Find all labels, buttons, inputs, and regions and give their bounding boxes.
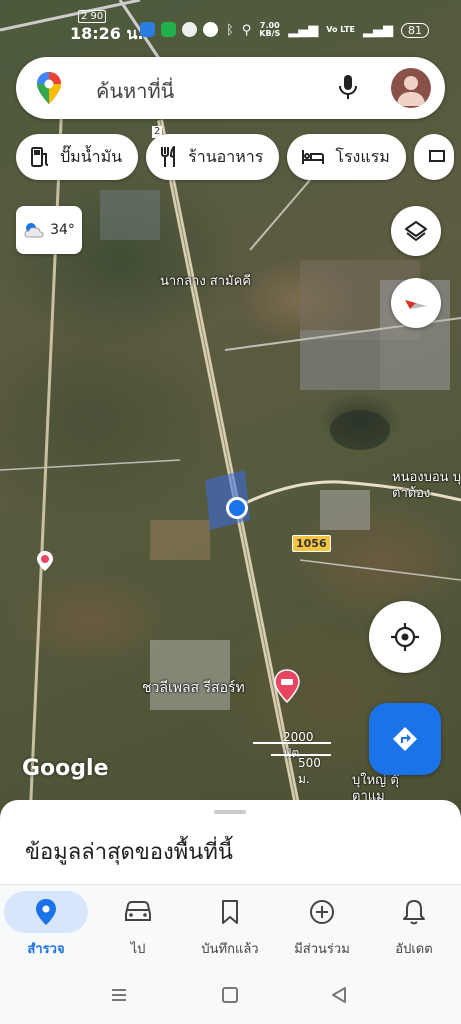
back-triangle-icon bbox=[332, 987, 346, 1003]
satellite-map[interactable]: นากลาง สามัคคี หนองบอน บุตาต้อง ชวลีเพลส… bbox=[0, 0, 461, 820]
add-circle-icon bbox=[310, 900, 334, 924]
google-maps-pin-icon bbox=[37, 72, 61, 104]
shield-notification-icon bbox=[182, 22, 197, 37]
map-roads bbox=[0, 0, 461, 820]
crosshair-icon bbox=[391, 623, 419, 651]
weather-badge[interactable]: 34° bbox=[16, 206, 82, 254]
chip-label: โรงแรม bbox=[335, 146, 390, 166]
nav-label: สำรวจ bbox=[27, 942, 65, 957]
scale-bar bbox=[253, 742, 331, 744]
app-notification-icon bbox=[140, 22, 155, 37]
nav-label: บันทึกแล้ว bbox=[201, 942, 259, 957]
signal-icon: ▂▄▆ bbox=[288, 22, 319, 38]
chip-label: ร้านอาหาร bbox=[188, 146, 264, 166]
directions-icon bbox=[393, 727, 417, 751]
google-logo: Google bbox=[22, 756, 109, 781]
line-notification-icon bbox=[161, 22, 176, 37]
restaurant-icon bbox=[161, 146, 176, 167]
sheet-drag-handle[interactable] bbox=[214, 810, 246, 814]
volte-label: Vo LTE bbox=[326, 25, 355, 34]
sheet-title: ข้อมูลล่าสุดของพื้นที่นี้ bbox=[25, 840, 233, 865]
hotel-icon bbox=[302, 150, 325, 164]
user-avatar-icon bbox=[397, 76, 425, 106]
nav-saved[interactable]: บันทึกแล้ว bbox=[184, 885, 276, 965]
map-label-area: นากลาง สามัคคี bbox=[160, 274, 251, 289]
nav-label: อัปเดต bbox=[395, 942, 433, 957]
nav-explore[interactable]: สำรวจ bbox=[0, 885, 92, 965]
bluetooth-icon: ᛒ bbox=[225, 22, 234, 38]
location-icon: ⚲ bbox=[241, 22, 252, 38]
map-label-resort[interactable]: ชวลีเพลส รีสอร์ท bbox=[142, 680, 245, 696]
gas-station-icon bbox=[31, 147, 49, 167]
chip-restaurant[interactable]: ร้านอาหาร bbox=[146, 134, 280, 180]
resort-pin-icon[interactable] bbox=[273, 668, 301, 704]
explore-pin-icon bbox=[36, 899, 56, 925]
chip-label: ปั๊มน้ำมัน bbox=[60, 146, 123, 166]
battery-indicator: 81 bbox=[401, 22, 429, 38]
recents-button[interactable] bbox=[110, 986, 128, 1008]
category-chips: ปั๊มน้ำมัน ร้านอาหาร โรงแรม bbox=[16, 134, 454, 180]
nav-updates[interactable]: อัปเดต bbox=[368, 885, 460, 965]
nav-label: มีส่วนร่วม bbox=[294, 942, 350, 957]
chip-gas-station[interactable]: ปั๊มน้ำมัน bbox=[16, 134, 139, 180]
bookmark-icon bbox=[222, 900, 238, 924]
back-button[interactable] bbox=[330, 986, 348, 1008]
status-time: 18:26 น. bbox=[70, 24, 144, 43]
microphone-icon[interactable] bbox=[338, 73, 358, 101]
directions-button[interactable] bbox=[369, 703, 441, 775]
chip-hotel[interactable]: โรงแรม bbox=[287, 134, 406, 180]
speed-unit: KB/S bbox=[259, 29, 281, 38]
car-icon bbox=[125, 901, 151, 921]
my-location-button[interactable] bbox=[369, 601, 441, 673]
shopping-icon bbox=[428, 150, 445, 162]
avatar[interactable] bbox=[391, 68, 431, 108]
bell-icon bbox=[403, 900, 425, 925]
nav-active-pill bbox=[4, 891, 88, 933]
status-bar: 2 90 18:26 น. ᛒ ⚲ 7.00 KB/S ▂▄▆ Vo LTE ▂… bbox=[0, 0, 461, 48]
network-speed: 7.00 KB/S bbox=[259, 22, 280, 38]
nav-label: ไป bbox=[130, 942, 146, 957]
search-input[interactable]: ค้นหาที่นี่ bbox=[96, 75, 174, 107]
status-right: ᛒ ⚲ 7.00 KB/S ▂▄▆ Vo LTE ▂▄▆ 81 bbox=[226, 22, 429, 38]
temperature-label: 34° bbox=[50, 222, 75, 238]
layers-icon bbox=[405, 221, 427, 241]
map-label-area: หนองบอน บุตาต้อง bbox=[392, 470, 461, 501]
notification-icons bbox=[140, 22, 218, 37]
search-bar[interactable]: ค้นหาที่นี่ bbox=[16, 57, 445, 119]
layers-button[interactable] bbox=[391, 206, 441, 256]
system-navigation-bar bbox=[0, 964, 461, 1024]
signal-icon: ▂▄▆ bbox=[363, 22, 393, 38]
landmark-pin-icon[interactable] bbox=[36, 550, 54, 572]
route-1056-shield: 1056 bbox=[292, 535, 331, 552]
compass-button[interactable] bbox=[391, 278, 441, 328]
home-button[interactable] bbox=[221, 986, 239, 1008]
chip-more[interactable] bbox=[413, 134, 454, 180]
nav-contribute[interactable]: มีส่วนร่วม bbox=[276, 885, 368, 965]
bottom-nav: สำรวจ ไป บันทึกแล้ว มีส่วนร่วม อัปเดต bbox=[0, 884, 461, 964]
recents-icon bbox=[112, 989, 126, 1001]
scale-meters-label: 500 ม. bbox=[298, 756, 321, 786]
compass-icon bbox=[405, 300, 427, 309]
partly-cloudy-icon bbox=[24, 223, 44, 238]
home-square-icon bbox=[222, 987, 238, 1003]
chat-notification-icon bbox=[203, 22, 218, 37]
nav-go[interactable]: ไป bbox=[92, 885, 184, 965]
